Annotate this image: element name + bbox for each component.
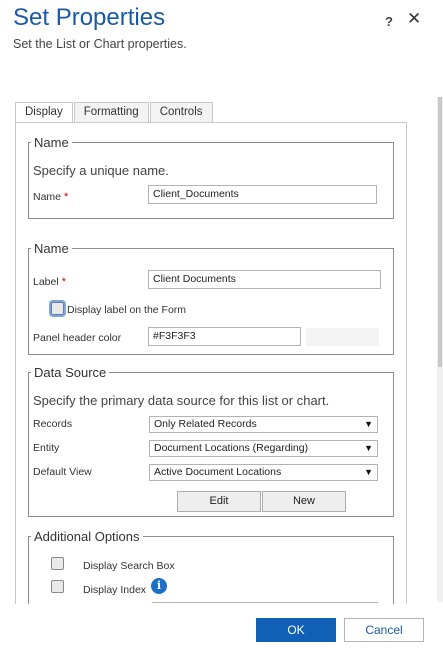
partial-input-edge: [152, 602, 378, 603]
label-section-legend: Name: [34, 241, 69, 256]
additional-options-legend: Additional Options: [34, 529, 140, 544]
chevron-down-icon: ▼: [364, 467, 373, 477]
default-view-value: Active Document Locations: [154, 466, 282, 478]
required-marker: *: [64, 191, 69, 203]
panel-header-color-swatch[interactable]: [306, 328, 379, 346]
data-source-hint: Specify the primary data source for this…: [33, 393, 330, 408]
name-label-text: Name: [33, 191, 62, 203]
entity-select[interactable]: Document Locations (Regarding) ▼: [149, 440, 378, 457]
ok-button[interactable]: OK: [256, 618, 336, 642]
scrollbar-thumb[interactable]: [438, 97, 442, 367]
help-button[interactable]: ?: [385, 14, 393, 29]
name-field-label: Name *: [33, 191, 68, 203]
panel-header-color-label: Panel header color: [33, 332, 122, 344]
edit-button[interactable]: Edit: [177, 491, 261, 512]
entity-label: Entity: [33, 442, 60, 454]
tab-formatting[interactable]: Formatting: [73, 102, 149, 123]
display-tab-panel: Name Specify a unique name. Name * Client…: [15, 122, 407, 604]
name-section-hint: Specify a unique name.: [33, 163, 169, 178]
tab-controls[interactable]: Controls: [149, 102, 213, 123]
default-view-select[interactable]: Active Document Locations ▼: [149, 464, 378, 481]
chevron-down-icon: ▼: [364, 419, 373, 429]
dialog-title: Set Properties: [13, 4, 166, 31]
records-value: Only Related Records: [154, 418, 257, 430]
display-search-box-checkbox[interactable]: [51, 557, 64, 570]
display-search-box-label: Display Search Box: [83, 560, 175, 572]
display-label-text: Display label on the Form: [67, 304, 187, 316]
display-index-label: Display Index: [83, 584, 147, 596]
entity-value: Document Locations (Regarding): [154, 442, 309, 454]
required-marker: *: [61, 276, 66, 288]
dialog-subtitle: Set the List or Chart properties.: [13, 37, 187, 51]
display-label-checkbox[interactable]: [49, 300, 66, 317]
records-label: Records: [33, 418, 73, 430]
chevron-down-icon: ▼: [364, 443, 373, 453]
label-input[interactable]: Client Documents: [148, 270, 381, 289]
cancel-button[interactable]: Cancel: [344, 618, 424, 642]
name-input[interactable]: Client_Documents: [148, 185, 377, 204]
panel-header-color-input[interactable]: #F3F3F3: [148, 327, 301, 346]
label-field-label: Label *: [33, 276, 66, 288]
new-button[interactable]: New: [262, 491, 346, 512]
data-source-legend: Data Source: [34, 365, 107, 380]
label-label-text: Label: [33, 276, 59, 288]
tab-strip: Display Formatting Controls: [15, 102, 214, 124]
records-select[interactable]: Only Related Records ▼: [149, 416, 378, 433]
vertical-scrollbar[interactable]: [437, 97, 443, 602]
tab-display[interactable]: Display: [15, 102, 73, 124]
display-index-checkbox[interactable]: [51, 580, 64, 593]
info-icon[interactable]: i: [151, 578, 167, 594]
default-view-label: Default View: [33, 466, 92, 478]
close-icon[interactable]: ✕: [407, 9, 421, 29]
name-section-legend: Name: [34, 135, 69, 150]
